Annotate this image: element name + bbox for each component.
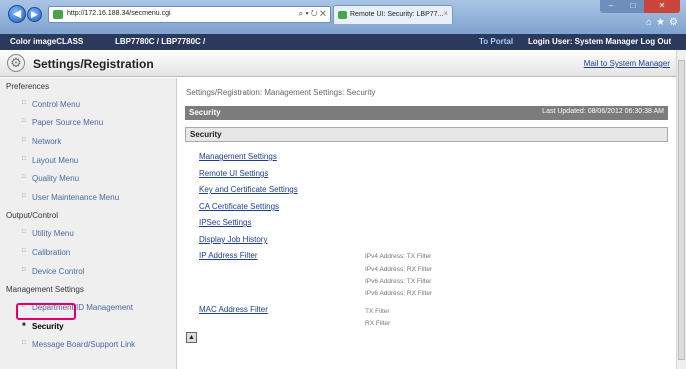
section-title: Security (189, 108, 221, 117)
remote-ui-settings-link[interactable]: Remote UI Settings (199, 169, 268, 178)
ipv6-tx-filter-label: IPv6 Address: TX Filter (365, 278, 432, 285)
settings-gear-icon: ⚙ (7, 54, 25, 72)
window-controls: – □ ✕ (600, 0, 680, 13)
page-scrollbar[interactable] (676, 50, 686, 369)
device-model: LBP7780C / LBP7780C / (115, 37, 206, 46)
page-header: ⚙ Settings/Registration Mail to System M… (0, 50, 686, 77)
site-favicon-icon (53, 10, 63, 19)
ipv4-rx-filter-label: IPv4 Address: RX Filter (365, 266, 433, 273)
mail-to-system-manager-link[interactable]: Mail to System Manager (584, 59, 670, 68)
tab-title: Remote UI: Security: LBP77... (350, 11, 444, 18)
device-bar: Color imageCLASS LBP7780C / LBP7780C / T… (0, 34, 686, 50)
address-bar[interactable]: http://172.16.188.34/secmenu.cgi ⌕ ▾ ↻ ✕ (48, 6, 331, 23)
mac-rx-filter-label: RX Filter (365, 320, 391, 327)
sidebar-item-calibration[interactable]: Calibration (22, 248, 70, 257)
login-user-logout[interactable]: Login User: System Manager Log Out (528, 37, 671, 46)
security-subsection-bar: Security (185, 127, 668, 142)
minimize-icon[interactable]: – (600, 0, 622, 13)
sidebar-item-control-menu[interactable]: Control Menu (22, 100, 80, 109)
main-content: Settings/Registration: Management Settin… (178, 78, 686, 369)
ip-address-filter-link[interactable]: IP Address Filter (199, 251, 258, 260)
page-title: Settings/Registration (33, 57, 154, 71)
maximize-icon[interactable]: □ (622, 0, 644, 13)
sidebar-item-user-maintenance-menu[interactable]: User Maintenance Menu (22, 193, 119, 202)
ipv4-tx-filter-label: IPv4 Address: TX Filter (365, 253, 432, 260)
subsection-title: Security (190, 130, 222, 139)
display-job-history-link[interactable]: Display Job History (199, 235, 267, 244)
sidebar-item-device-control[interactable]: Device Control (22, 267, 85, 276)
sidebar-heading-management-settings: Management Settings (6, 285, 84, 294)
to-portal-link[interactable]: To Portal (479, 37, 513, 46)
mac-tx-filter-label: TX Filter (365, 308, 390, 315)
management-settings-link[interactable]: Management Settings (199, 152, 277, 161)
sidebar-item-layout-menu[interactable]: Layout Menu (22, 156, 78, 165)
tab-favicon-icon (338, 11, 347, 19)
sidebar-item-paper-source-menu[interactable]: Paper Source Menu (22, 118, 103, 127)
ipsec-settings-link[interactable]: IPSec Settings (199, 218, 251, 227)
sidebar-item-utility-menu[interactable]: Utility Menu (22, 229, 74, 238)
sidebar-item-quality-menu[interactable]: Quality Menu (22, 174, 79, 183)
forward-arrow-icon[interactable]: ▶ (27, 7, 42, 22)
tab-close-icon[interactable]: × (443, 9, 448, 18)
last-updated: Last Updated: 08/06/2012 06:30:38 AM (542, 108, 664, 115)
sidebar-heading-preferences: Preferences (6, 82, 50, 91)
back-arrow-icon[interactable]: ◀ (8, 5, 26, 23)
browser-tab[interactable]: Remote UI: Security: LBP77... × (333, 5, 453, 24)
sidebar-item-network[interactable]: Network (22, 137, 61, 146)
back-to-top-icon[interactable]: ▲ (186, 332, 197, 343)
ipv6-rx-filter-label: IPv6 Address: RX Filter (365, 290, 433, 297)
security-section-bar: Security Last Updated: 08/06/2012 06:30:… (185, 106, 668, 120)
device-name: Color imageCLASS (10, 37, 84, 46)
breadcrumb: Settings/Registration: Management Settin… (186, 88, 376, 97)
address-tools-icon[interactable]: ⌕ ▾ ↻ ✕ (299, 9, 326, 19)
sidebar: Preferences Control Menu Paper Source Me… (0, 78, 177, 369)
home-favorites-settings-icons[interactable]: ⌂★⚙ (646, 17, 682, 28)
close-window-icon[interactable]: ✕ (644, 0, 680, 13)
sidebar-item-security[interactable]: Security (22, 322, 63, 331)
sidebar-item-message-board-support-link[interactable]: Message Board/Support Link (22, 340, 135, 349)
mac-address-filter-link[interactable]: MAC Address Filter (199, 305, 268, 314)
ca-certificate-settings-link[interactable]: CA Certificate Settings (199, 202, 279, 211)
scrollbar-thumb[interactable] (678, 60, 685, 360)
key-and-certificate-settings-link[interactable]: Key and Certificate Settings (199, 185, 298, 194)
address-url[interactable]: http://172.16.188.34/secmenu.cgi (67, 10, 171, 17)
browser-toolbar: ◀ ▶ http://172.16.188.34/secmenu.cgi ⌕ ▾… (0, 0, 686, 34)
sidebar-heading-output-control: Output/Control (6, 211, 59, 220)
security-highlight-box (16, 303, 76, 320)
